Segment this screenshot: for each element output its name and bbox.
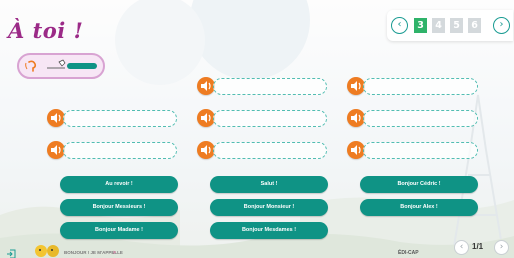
speaker-icon: [351, 81, 361, 91]
chevron-right-icon[interactable]: ›: [493, 17, 510, 34]
chip-au-revoir[interactable]: Au revoir !: [60, 176, 178, 193]
page-5-button[interactable]: 5: [450, 18, 463, 33]
chip-bonjour-cedric[interactable]: Bonjour Cédric !: [360, 176, 478, 193]
speaker-icon: [51, 113, 61, 123]
page-6-button[interactable]: 6: [468, 18, 481, 33]
chip-bonjour-mesdames[interactable]: Bonjour Mesdames !: [210, 222, 328, 239]
listen-speak-icon: [25, 59, 39, 78]
chip-bonjour-messieurs[interactable]: Bonjour Messieurs !: [60, 199, 178, 216]
chip-salut[interactable]: Salut !: [210, 176, 328, 193]
speaker-icon: [201, 145, 211, 155]
page-4-button[interactable]: 4: [432, 18, 445, 33]
chip-bonjour-madame[interactable]: Bonjour Madame !: [60, 222, 178, 239]
next-page-button[interactable]: ›: [494, 240, 509, 255]
page-title: À toi !: [8, 18, 84, 43]
answer-slot[interactable]: [363, 110, 478, 127]
chip-bonjour-alex[interactable]: Bonjour Alex !: [360, 199, 478, 216]
speaker-icon: [351, 113, 361, 123]
answer-slot[interactable]: [63, 110, 177, 127]
chip-bonjour-monsieur[interactable]: Bonjour Monsieur !: [210, 199, 328, 216]
brand-logo: ÉDI-CAP: [398, 250, 419, 256]
answer-slot[interactable]: [63, 142, 177, 159]
mascot-icon: [34, 242, 60, 258]
chevron-left-icon[interactable]: ‹: [391, 17, 408, 34]
answer-slot[interactable]: [363, 78, 478, 95]
speaker-icon: [201, 113, 211, 123]
answer-slot[interactable]: [363, 142, 478, 159]
answer-slot[interactable]: [213, 78, 327, 95]
exit-icon[interactable]: [6, 246, 16, 258]
speaker-icon: [201, 81, 211, 91]
page-3-button[interactable]: 3: [414, 18, 427, 33]
drag-hand-icon: [45, 59, 101, 78]
speaker-icon: [351, 145, 361, 155]
answer-slot[interactable]: [213, 142, 327, 159]
speaker-icon: [51, 145, 61, 155]
page-count: 1/1: [472, 242, 484, 251]
instruction-pill[interactable]: [17, 53, 105, 79]
prev-page-button[interactable]: ‹: [454, 240, 469, 255]
breadcrumb-arrow: >: [113, 250, 116, 256]
answer-slot[interactable]: [213, 110, 327, 127]
pager: ‹ 3 4 5 6 ›: [387, 10, 513, 41]
